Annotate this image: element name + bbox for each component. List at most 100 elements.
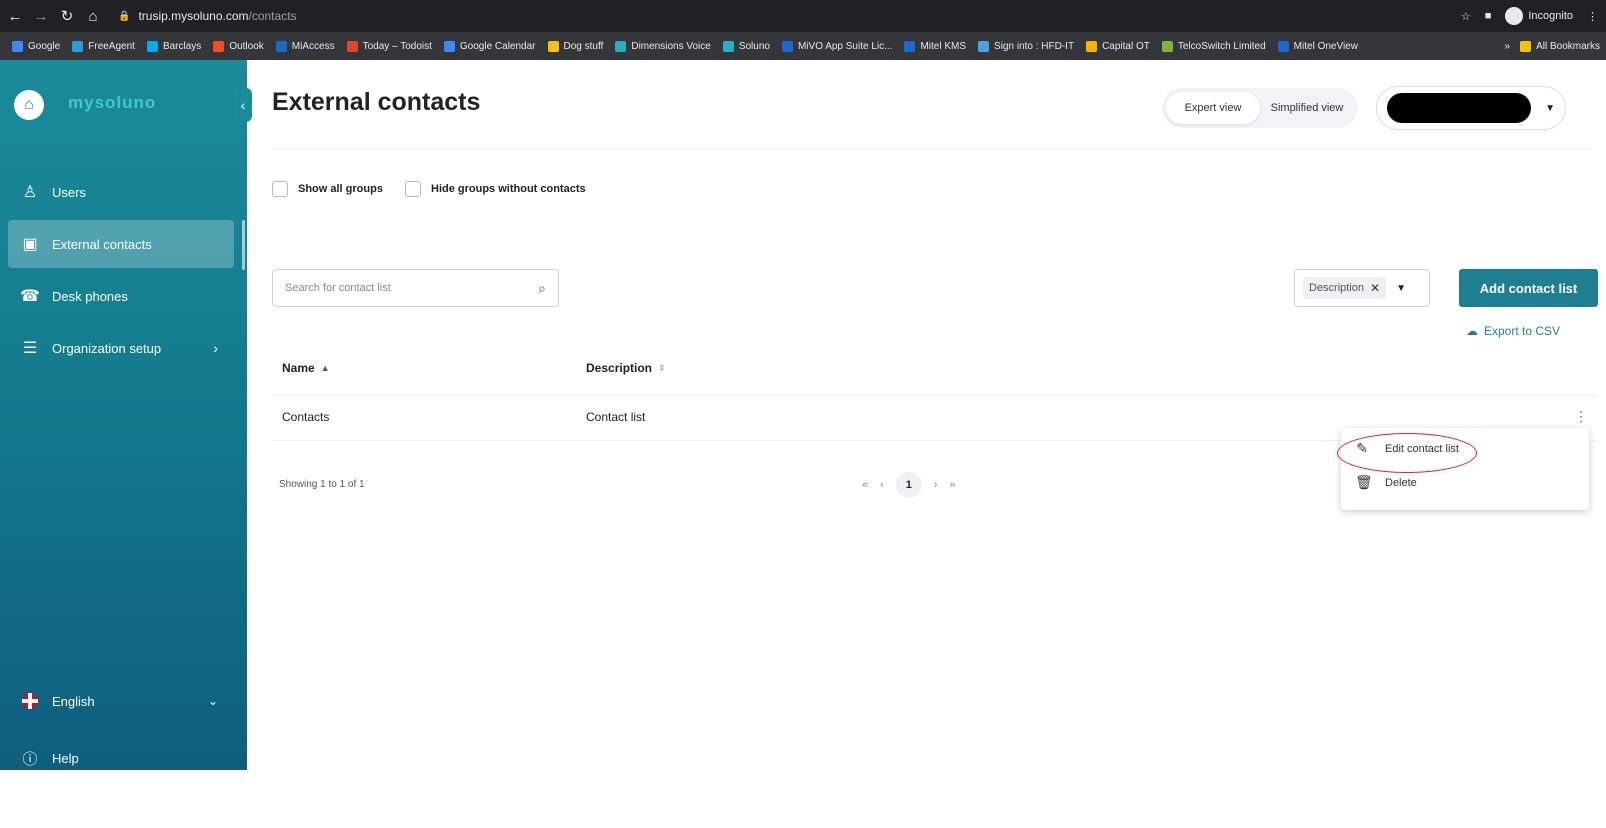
page-title: External contacts (272, 88, 481, 116)
page-number[interactable]: 1 (895, 472, 922, 498)
uk-flag-icon (22, 693, 38, 709)
bookmark-item[interactable]: FreeAgent (72, 40, 135, 52)
bookmarks-overflow-icon[interactable]: » (1505, 41, 1511, 52)
bookmark-label: Google (28, 40, 61, 52)
incognito-icon (1505, 7, 1524, 25)
bookmark-item[interactable]: Mitel KMS (904, 40, 966, 52)
column-header-name[interactable]: Name ▲ (282, 361, 330, 375)
bookmark-item[interactable]: Dog stuff (547, 40, 604, 52)
search-input[interactable]: Search for contact list ⌕ (272, 269, 559, 307)
export-label: Export to CSV (1484, 324, 1561, 338)
hide-empty-groups-option[interactable]: Hide groups without contacts (405, 181, 586, 197)
add-contact-list-button[interactable]: Add contact list (1459, 269, 1598, 307)
sidebar-item-label: External contacts (52, 236, 152, 252)
table-cell-name[interactable]: Contacts (282, 410, 329, 424)
all-bookmarks-link[interactable]: All Bookmarks (1536, 41, 1600, 52)
help-label: Help (52, 750, 79, 766)
bookmark-label: Google Calendar (459, 40, 536, 52)
bookmark-item[interactable]: Google Calendar (443, 40, 536, 52)
bookmark-item[interactable]: Sign into : HFD-IT (978, 40, 1075, 52)
language-selector[interactable]: English ⌄ (8, 683, 234, 719)
view-toggle: Expert view Simplified view (1162, 88, 1358, 128)
sidebar-item-label: Organization setup (52, 340, 162, 356)
simplified-view-button[interactable]: Simplified view (1260, 92, 1354, 124)
column-header-description[interactable]: Description ⇕ (586, 361, 666, 375)
bookmark-item[interactable]: Outlook (213, 40, 264, 52)
expert-view-button[interactable]: Expert view (1166, 92, 1260, 124)
bookmark-item[interactable]: MiAccess (275, 40, 335, 52)
bookmark-label: TelcoSwitch Limited (1177, 40, 1266, 52)
home-icon[interactable]: ⌂ (82, 8, 104, 25)
logout-icon: ⇥ (23, 802, 37, 819)
bookmark-item[interactable]: Capital OT (1086, 40, 1150, 52)
bookmark-label: Dog stuff (563, 40, 604, 52)
caret-down-icon: ▼ (1545, 102, 1555, 114)
settings-sliders-icon: ☰ (22, 340, 38, 357)
reload-icon[interactable]: ↻ (56, 7, 78, 25)
show-all-groups-checkbox[interactable] (272, 181, 288, 197)
search-icon[interactable]: ⌕ (538, 280, 546, 297)
user-icon: ♙ (22, 184, 38, 201)
incognito-label: Incognito (1528, 9, 1573, 22)
pagination: « ‹ 1 › » (862, 472, 956, 498)
sidebar-item-desk-phones[interactable]: ☎ Desk phones (8, 272, 234, 320)
url-field[interactable]: 🔒 trusip.mysoluno.com/contacts (118, 9, 297, 23)
column-filter-select[interactable]: Description ✕ ▼ (1294, 269, 1430, 307)
bookmark-label: Dimensions Voice (631, 40, 711, 52)
bookmark-label: Capital OT (1102, 40, 1150, 52)
bookmark-item[interactable]: Barclays (146, 40, 201, 52)
sidebar-item-help[interactable]: ⓘ Help (8, 740, 234, 776)
bookmark-item[interactable]: Google (12, 40, 61, 52)
hide-empty-groups-checkbox[interactable] (405, 181, 421, 197)
bookmark-favicon-icon (213, 40, 225, 52)
show-all-groups-label: Show all groups (298, 183, 383, 195)
collapse-sidebar-icon[interactable]: ‹ (234, 88, 252, 122)
delete-item[interactable]: 🗑 Delete (1355, 474, 1417, 491)
header-divider (272, 148, 1592, 149)
bookmark-item[interactable]: Dimensions Voice (615, 40, 711, 52)
help-icon: ⓘ (22, 750, 38, 768)
incognito-indicator[interactable]: Incognito (1505, 7, 1573, 25)
bookmark-label: Today – Todoist (362, 40, 432, 52)
bookmark-label: MiAccess (291, 40, 335, 52)
bookmark-item[interactable]: Mitel OneView (1277, 40, 1358, 52)
home-logo-icon[interactable]: ⌂ (14, 90, 44, 120)
forward-icon[interactable]: → (30, 8, 52, 25)
sidebar-item-external-contacts[interactable]: ▣ External contacts (8, 220, 234, 268)
redacted-account-name (1387, 93, 1532, 123)
export-csv-link[interactable]: ☁ Export to CSV (1466, 324, 1560, 338)
last-page-icon[interactable]: » (949, 479, 955, 491)
caret-down-icon[interactable]: ▼ (1396, 283, 1406, 294)
pagination-summary: Showing 1 to 1 of 1 (279, 479, 365, 490)
back-icon[interactable]: ← (4, 8, 26, 25)
bookmark-favicon-icon (904, 40, 916, 52)
sidebar-item-label: Desk phones (52, 288, 128, 304)
sidebar-item-logout[interactable]: ⇥ Logout (8, 792, 234, 828)
account-selector[interactable]: ▼ (1376, 86, 1566, 130)
bookmark-item[interactable]: Soluno (722, 40, 770, 52)
bookmark-item[interactable]: MiVO App Suite Lic... (781, 40, 892, 52)
chevron-down-icon: ⌄ (207, 694, 218, 708)
menu-dots-icon[interactable]: ⋮ (1587, 10, 1598, 23)
prev-page-icon[interactable]: ‹ (880, 479, 884, 491)
show-all-groups-option[interactable]: Show all groups (272, 181, 383, 197)
star-icon[interactable]: ☆ (1461, 10, 1471, 23)
bookmark-favicon-icon (1277, 40, 1289, 52)
next-page-icon[interactable]: › (934, 479, 938, 491)
bookmark-item[interactable]: Today – Todoist (346, 40, 432, 52)
delete-label: Delete (1385, 476, 1417, 489)
sidebar-item-organization-setup[interactable]: ☰ Organization setup › (8, 324, 234, 372)
tab-search-icon[interactable]: ■ (1485, 10, 1492, 22)
language-label: English (52, 693, 95, 709)
row-actions-icon[interactable]: ⋮ (1574, 408, 1588, 425)
bookmark-item[interactable]: TelcoSwitch Limited (1161, 40, 1266, 52)
bookmark-label: Sign into : HFD-IT (994, 40, 1075, 52)
column-header-label: Description (586, 361, 653, 375)
sidebar-item-users[interactable]: ♙ Users (8, 168, 234, 216)
bookmark-favicon-icon (72, 40, 84, 52)
bookmark-label: Outlook (229, 40, 264, 52)
brand-logo[interactable]: mysoluno (68, 93, 156, 113)
first-page-icon[interactable]: « (862, 479, 868, 491)
close-icon[interactable]: ✕ (1370, 281, 1380, 295)
browser-address-bar: ← → ↻ ⌂ 🔒 trusip.mysoluno.com/contacts ☆… (0, 0, 1606, 32)
